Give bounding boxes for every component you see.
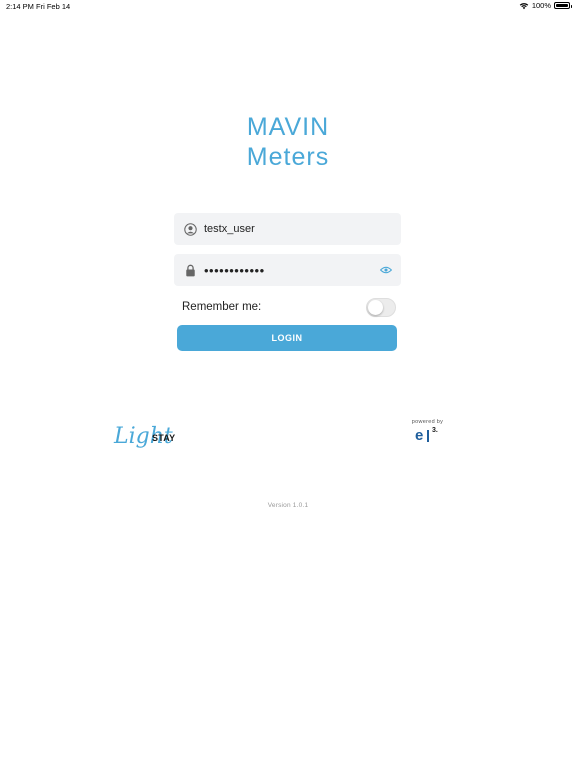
wifi-icon [519, 2, 529, 9]
remember-me-toggle[interactable] [366, 298, 396, 317]
username-field[interactable] [174, 213, 401, 245]
password-field[interactable] [174, 254, 401, 286]
status-date: Fri Feb 14 [36, 2, 71, 11]
status-bar: 2:14 PM Fri Feb 14 100% [0, 0, 576, 12]
status-indicators: 100% [519, 1, 572, 10]
battery-percent: 100% [531, 1, 551, 10]
toggle-knob [368, 300, 383, 315]
status-time: 2:14 PM [6, 2, 34, 11]
remember-me-label: Remember me: [182, 301, 262, 313]
app-title-line2: Meters [246, 143, 330, 171]
e3-logo: e 3. [414, 427, 444, 445]
lock-icon [182, 262, 198, 278]
e3-logo-e: e [415, 427, 424, 444]
eye-icon[interactable] [380, 264, 392, 276]
e3-logo-bar [427, 430, 429, 442]
login-screen: 2:14 PM Fri Feb 14 100% MAVIN Meters tes… [0, 0, 576, 768]
app-title: MAVIN Meters [0, 112, 576, 172]
login-button[interactable]: LOGIN [177, 325, 397, 351]
version-label: Version 1.0.1 [267, 502, 309, 509]
powered-by-label: powered by [411, 419, 444, 425]
password-input[interactable] [204, 257, 374, 283]
username-input[interactable] [204, 216, 374, 242]
lightstay-logo-stay: STAY [152, 433, 176, 443]
e3-logo-3: 3. [432, 427, 438, 434]
user-icon [182, 221, 198, 237]
battery-icon [554, 2, 572, 9]
app-title-line1: MAVIN [246, 113, 330, 141]
lightstay-logo: Light STAY [114, 424, 184, 464]
